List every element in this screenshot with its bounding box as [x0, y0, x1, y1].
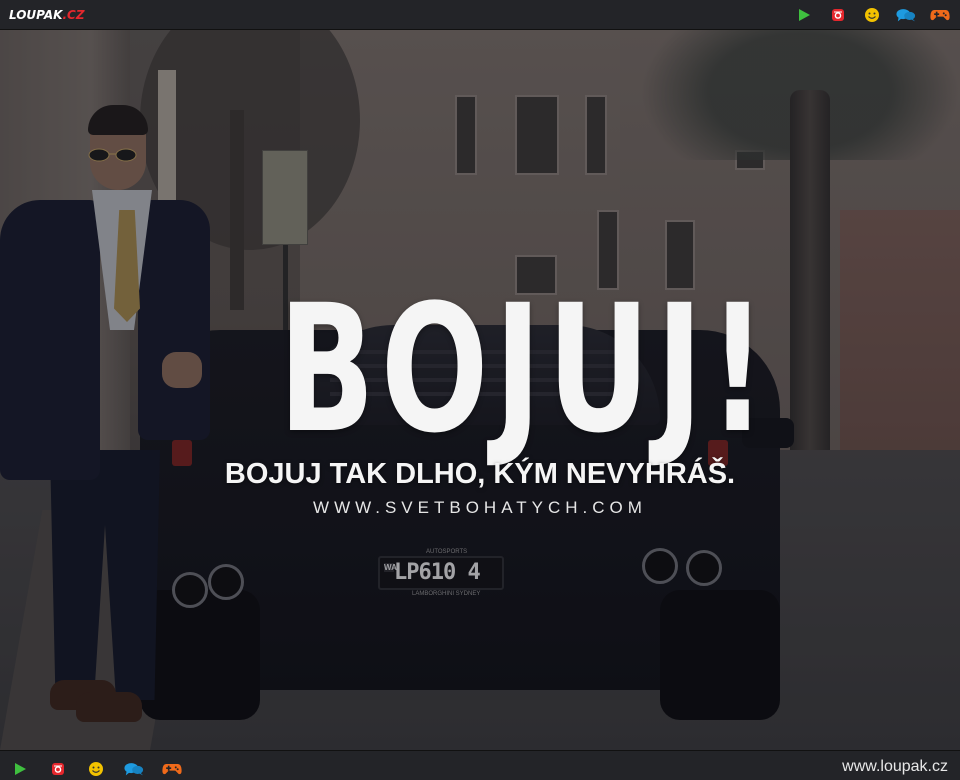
footer-site-link[interactable]: www.loupak.cz [842, 757, 948, 777]
play-icon[interactable] [10, 759, 30, 779]
bottom-nav-icons [10, 759, 182, 779]
chat-icon[interactable] [124, 759, 144, 779]
instagram-icon[interactable] [828, 5, 848, 25]
loupak-logo[interactable]: LOUPAK.CZ [9, 6, 85, 24]
poster-url: WWW.SVETBOHATYCH.COM [313, 498, 647, 517]
gamepad-icon[interactable] [162, 759, 182, 779]
instagram-icon[interactable] [48, 759, 68, 779]
poster-subline: BOJUJ TAK DLHO, KÝM NEVYHRÁŠ. [224, 458, 736, 490]
logo-main: LOUPAK [9, 8, 63, 22]
chat-icon[interactable] [896, 5, 916, 25]
play-icon[interactable] [794, 5, 814, 25]
poster-headline: BOJUJ! [278, 267, 773, 472]
logo-domain: .CZ [62, 8, 85, 22]
gamepad-icon[interactable] [930, 5, 950, 25]
poster-image: AUTOSPORTS WA LP610 4 LAMBORGHINI SYDNEY… [0, 30, 960, 750]
smiley-icon[interactable] [862, 5, 882, 25]
bottom-bar: www.loupak.cz [0, 750, 960, 780]
smiley-icon[interactable] [86, 759, 106, 779]
top-bar: LOUPAK.CZ [0, 0, 960, 30]
top-nav-icons [794, 5, 950, 25]
